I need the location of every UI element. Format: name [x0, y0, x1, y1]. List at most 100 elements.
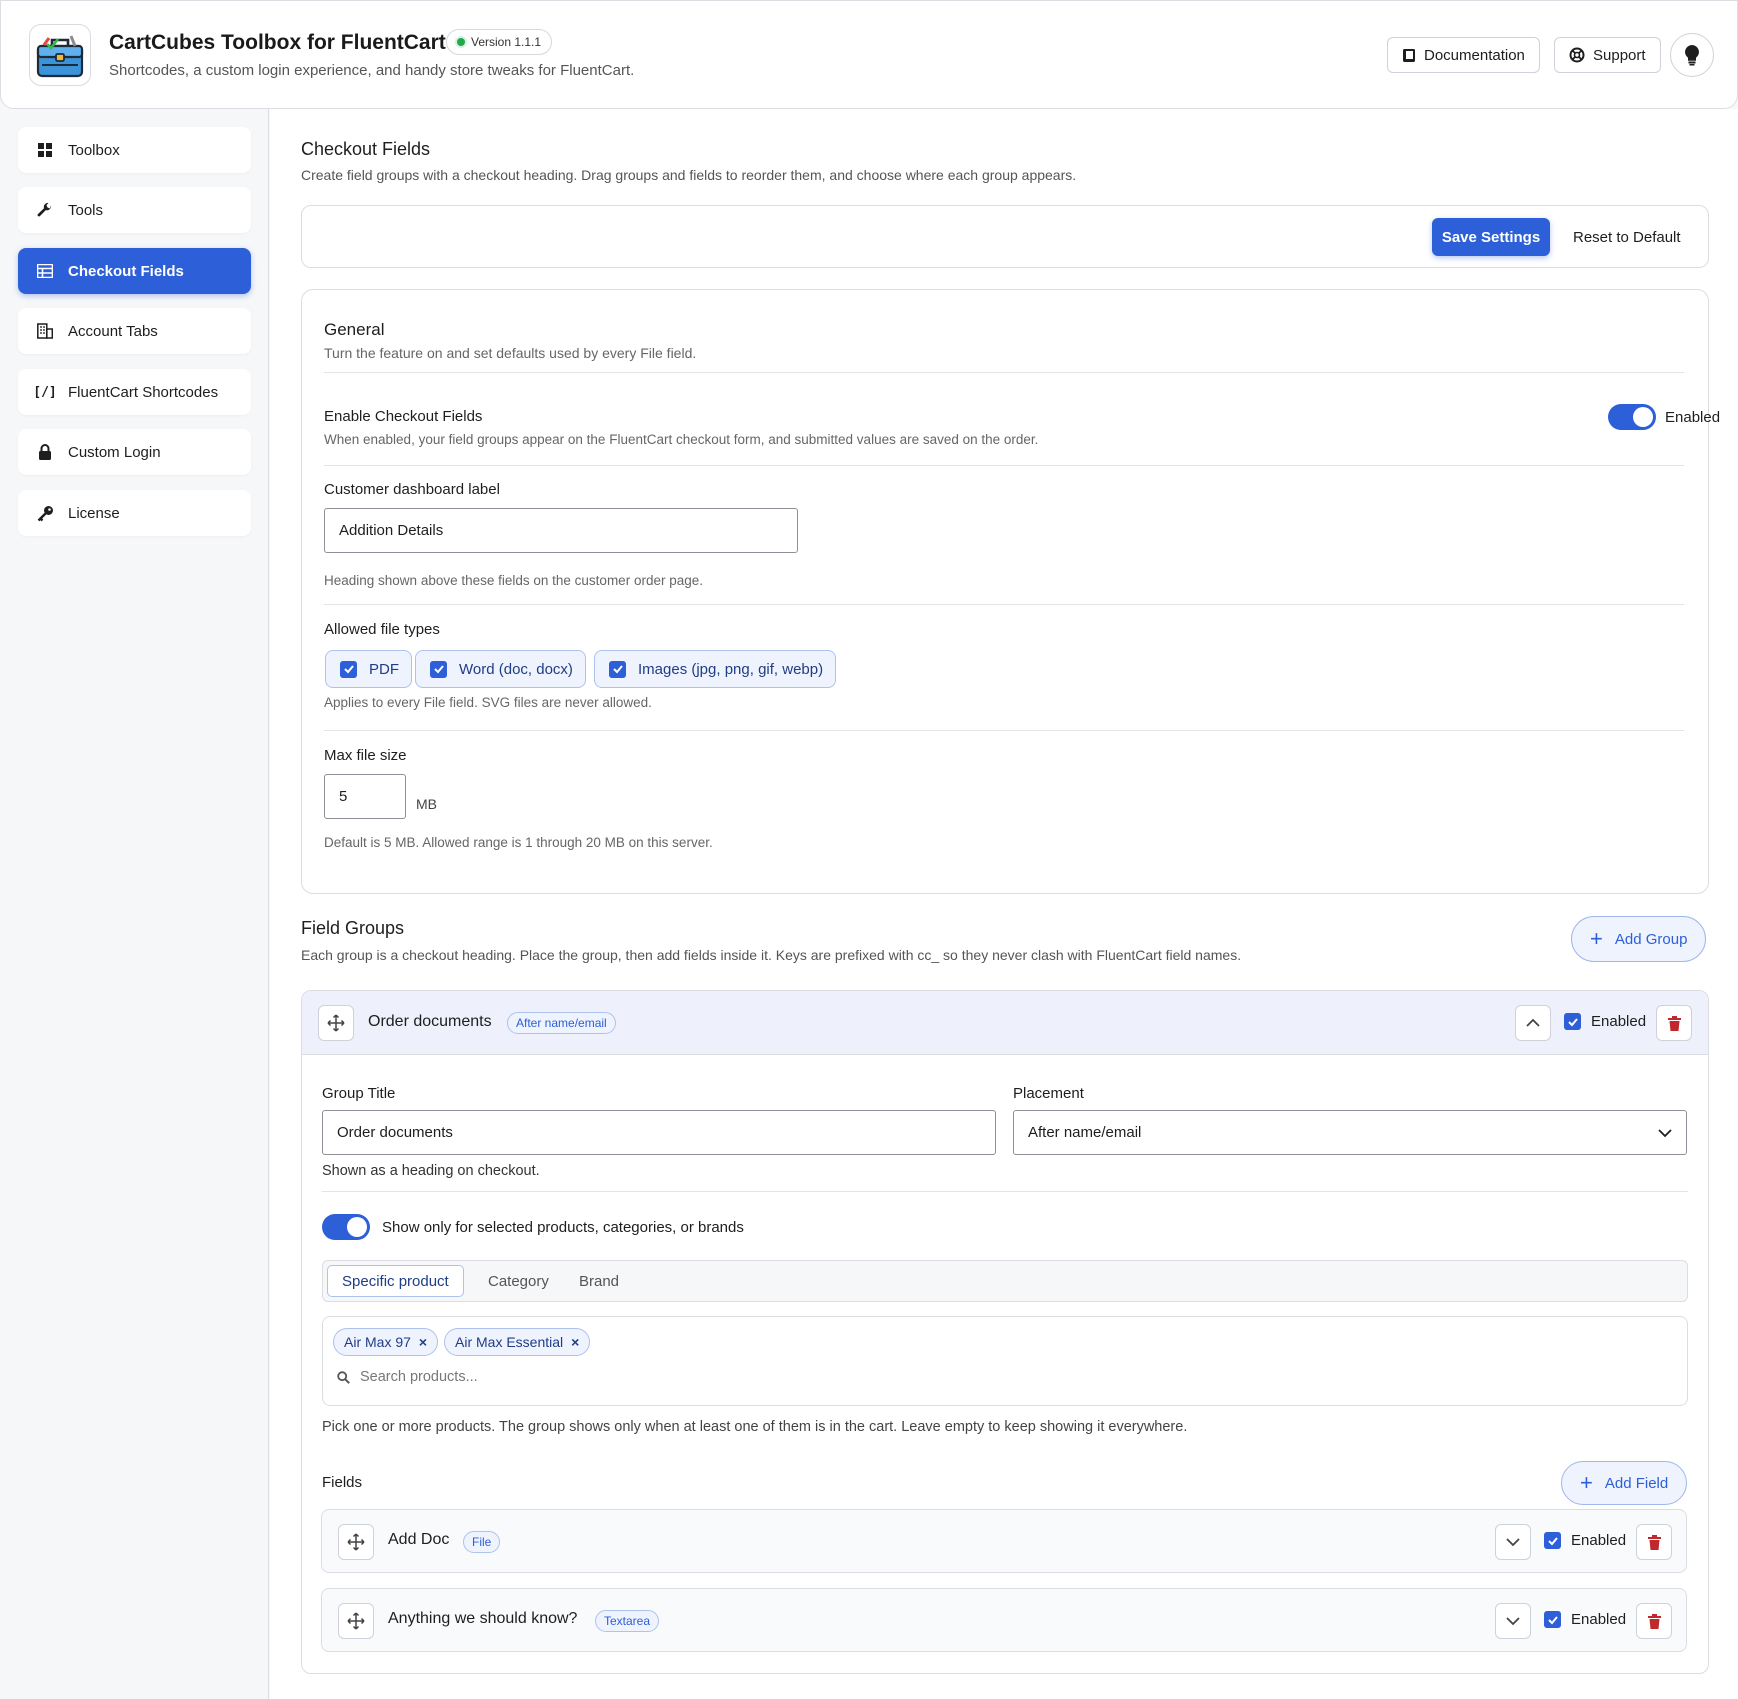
- collapse-button[interactable]: [1515, 1005, 1551, 1041]
- group-title-help: Shown as a heading on checkout.: [322, 1163, 540, 1179]
- product-chip-label: Air Max 97: [344, 1334, 411, 1350]
- book-icon: [1403, 48, 1415, 62]
- plus-icon: +: [1580, 1470, 1593, 1495]
- placement-select[interactable]: After name/email: [1013, 1110, 1687, 1155]
- sidebar-item-license[interactable]: License: [18, 490, 251, 536]
- page-description: Create field groups with a checkout head…: [301, 167, 1077, 183]
- file-type-images-checkbox[interactable]: Images (jpg, png, gif, webp): [594, 650, 837, 688]
- wrench-icon: [36, 201, 54, 219]
- checkbox-checked-icon: [430, 660, 447, 678]
- trash-icon: [1667, 1015, 1681, 1031]
- group-enabled-checkbox[interactable]: Enabled: [1564, 1013, 1646, 1030]
- app-subtitle: Shortcodes, a custom login experience, a…: [109, 62, 635, 79]
- support-label: Support: [1593, 46, 1646, 64]
- placement-tag: After name/email: [507, 1012, 616, 1034]
- expand-field-button[interactable]: [1495, 1603, 1531, 1639]
- trash-icon: [1647, 1613, 1661, 1629]
- enable-checkout-fields-label: Enable Checkout Fields: [324, 408, 483, 425]
- divider: [324, 372, 1684, 373]
- group-title-label: Group Title: [322, 1085, 396, 1102]
- placement-value: After name/email: [1028, 1124, 1142, 1141]
- max-file-size-input[interactable]: [324, 774, 406, 819]
- file-type-label: Word (doc, docx): [459, 660, 573, 678]
- support-button[interactable]: Support: [1554, 37, 1661, 73]
- tab-category[interactable]: Category: [474, 1265, 563, 1297]
- sidebar-item-account-tabs[interactable]: Account Tabs: [18, 308, 251, 354]
- grid-icon: [36, 141, 54, 159]
- drag-handle-icon[interactable]: [338, 1524, 374, 1560]
- product-search[interactable]: Search products...: [337, 1369, 478, 1385]
- product-selector[interactable]: Air Max 97 × Air Max Essential × Search …: [322, 1316, 1688, 1406]
- sidebar-item-label: Toolbox: [68, 141, 120, 159]
- save-settings-button[interactable]: Save Settings: [1432, 218, 1550, 256]
- field-row: Anything we should know? Textarea Enable…: [321, 1588, 1687, 1652]
- delete-field-button[interactable]: [1636, 1524, 1672, 1560]
- plus-icon: +: [1590, 926, 1603, 951]
- file-type-pdf-checkbox[interactable]: PDF: [325, 650, 412, 688]
- tab-brand[interactable]: Brand: [565, 1265, 633, 1297]
- enable-checkout-fields-toggle[interactable]: [1608, 404, 1656, 430]
- dashboard-label-input[interactable]: [324, 508, 798, 553]
- drag-handle-icon[interactable]: [318, 1005, 354, 1041]
- reset-to-default-button[interactable]: Reset to Default: [1573, 218, 1681, 256]
- fields-label: Fields: [322, 1474, 363, 1491]
- field-type-tag: Textarea: [595, 1610, 660, 1632]
- divider: [324, 465, 1684, 466]
- delete-group-button[interactable]: [1656, 1005, 1692, 1041]
- sidebar-item-tools[interactable]: Tools: [18, 187, 251, 233]
- checkbox-checked-icon: [1544, 1611, 1561, 1628]
- expand-field-button[interactable]: [1495, 1524, 1531, 1560]
- lightbulb-icon: [1685, 45, 1699, 66]
- enabled-label: Enabled: [1571, 1532, 1627, 1549]
- general-settings-card: General Turn the feature on and set defa…: [301, 289, 1720, 894]
- sidebar-item-toolbox[interactable]: Toolbox: [18, 127, 251, 173]
- drag-handle-icon[interactable]: [338, 1603, 374, 1639]
- enable-state-label: Enabled: [1665, 409, 1721, 426]
- divider: [322, 1191, 1688, 1192]
- toolbox-logo-icon: [29, 24, 91, 86]
- key-icon: [36, 504, 54, 522]
- sidebar-item-fluentcart-shortcodes[interactable]: [/] FluentCart Shortcodes: [18, 369, 251, 415]
- field-groups-title: Field Groups: [301, 918, 405, 938]
- documentation-button[interactable]: Documentation: [1387, 37, 1540, 73]
- remove-chip-icon[interactable]: ×: [571, 1334, 579, 1350]
- file-type-label: Images (jpg, png, gif, webp): [638, 660, 824, 678]
- products-help: Pick one or more products. The group sho…: [322, 1419, 1188, 1435]
- product-chip: Air Max 97 ×: [333, 1328, 439, 1356]
- max-file-size-label: Max file size: [324, 747, 407, 764]
- sidebar-item-custom-login[interactable]: Custom Login: [18, 429, 251, 475]
- checkbox-checked-icon: [1564, 1013, 1581, 1030]
- file-type-word-checkbox[interactable]: Word (doc, docx): [415, 650, 586, 688]
- group-title-input[interactable]: [322, 1110, 996, 1155]
- sidebar-item-checkout-fields[interactable]: Checkout Fields: [18, 248, 251, 294]
- field-enabled-checkbox[interactable]: Enabled: [1544, 1532, 1626, 1549]
- enabled-label: Enabled: [1591, 1013, 1647, 1030]
- max-file-size-help: Default is 5 MB. Allowed range is 1 thro…: [324, 835, 713, 850]
- add-field-button[interactable]: + Add Field: [1561, 1461, 1688, 1505]
- product-search-placeholder: Search products...: [360, 1369, 478, 1385]
- field-group-header: Order documents After name/email Enabled: [302, 991, 1708, 1055]
- add-group-button[interactable]: + Add Group: [1571, 916, 1707, 962]
- lock-icon: [36, 443, 54, 461]
- add-field-label: Add Field: [1604, 1474, 1669, 1492]
- sidebar-item-label: Custom Login: [68, 443, 161, 461]
- restrict-products-toggle[interactable]: [322, 1214, 370, 1240]
- restriction-type-tabs: Specific product Category Brand: [322, 1260, 1688, 1302]
- tab-specific-product[interactable]: Specific product: [327, 1265, 464, 1297]
- sidebar-item-label: Account Tabs: [68, 322, 158, 340]
- lifebuoy-icon: [1569, 47, 1585, 63]
- field-enabled-checkbox[interactable]: Enabled: [1544, 1611, 1626, 1628]
- delete-field-button[interactable]: [1636, 1603, 1672, 1639]
- remove-chip-icon[interactable]: ×: [419, 1334, 427, 1350]
- table-icon: [36, 262, 54, 280]
- general-description: Turn the feature on and set defaults use…: [324, 345, 697, 361]
- enable-checkout-fields-help: When enabled, your field groups appear o…: [324, 432, 1039, 447]
- add-group-label: Add Group: [1614, 930, 1688, 948]
- file-type-label: PDF: [369, 660, 399, 678]
- sidebar-item-label: Tools: [68, 201, 104, 219]
- app-header: CartCubes Toolbox for FluentCart Version…: [0, 0, 1738, 109]
- lightbulb-button[interactable]: [1670, 33, 1714, 77]
- divider: [324, 604, 1684, 605]
- dashboard-label-help: Heading shown above these fields on the …: [324, 573, 703, 588]
- enabled-label: Enabled: [1571, 1611, 1627, 1628]
